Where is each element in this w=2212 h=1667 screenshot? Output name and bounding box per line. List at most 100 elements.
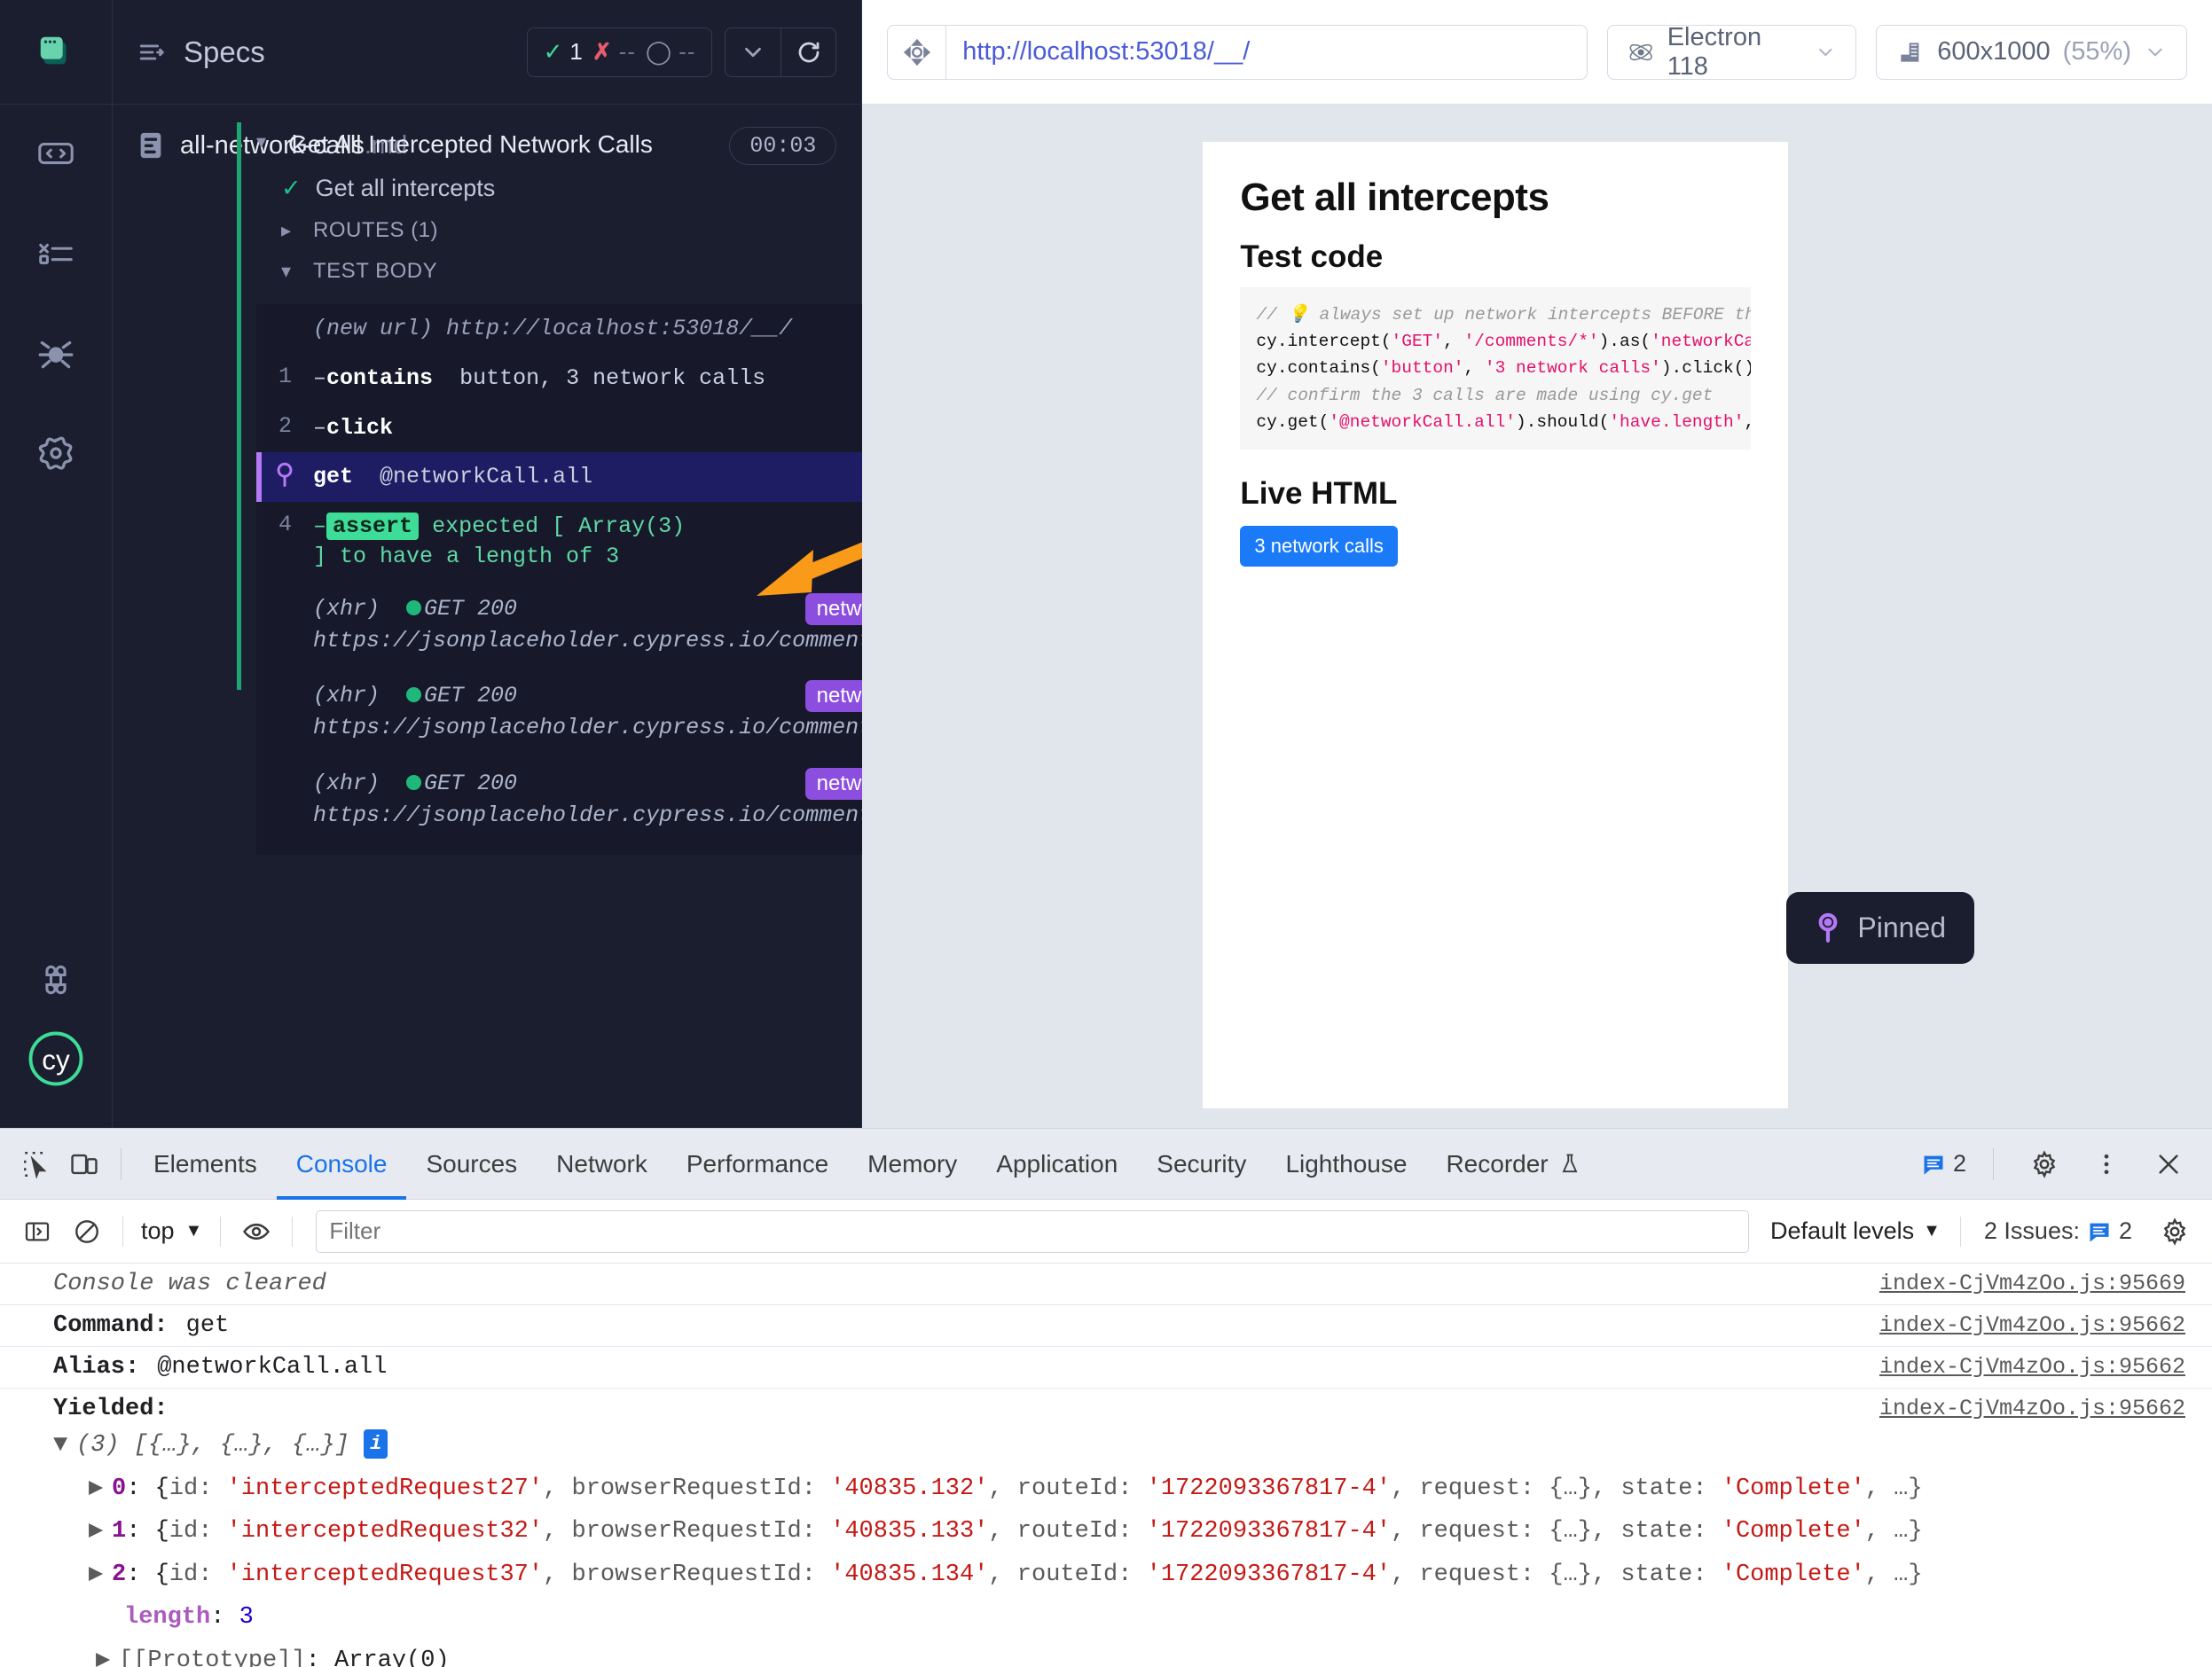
triangle-down-icon[interactable]: ▼ (53, 1428, 76, 1464)
prototype-value: Array(0) (334, 1647, 450, 1667)
tab-application[interactable]: Application (977, 1129, 1137, 1200)
gear-icon (2160, 1217, 2190, 1247)
test-body-label: TEST BODY (313, 259, 437, 284)
sidebar-item-specs[interactable] (0, 105, 112, 204)
triangle-right-icon[interactable]: ▶ (96, 1643, 119, 1667)
console-row[interactable]: Yielded: index-CjVm4zOo.js:95662 (0, 1389, 2212, 1424)
browser-selector[interactable]: Electron 118 (1607, 25, 1856, 80)
console-source-link[interactable]: index-CjVm4zOo.js:95662 (1879, 1354, 2212, 1380)
console-source-link[interactable]: index-CjVm4zOo.js:95662 (1879, 1396, 2212, 1421)
code-line-2: cy.intercept('GET', '/comments/*').as('n… (1256, 332, 1751, 351)
routes-group[interactable]: ▸ ROUTES (1) (237, 210, 835, 251)
pending-circle-icon: ◯ (646, 38, 671, 66)
url-input[interactable] (946, 37, 1587, 67)
specs-title: Specs (184, 35, 265, 69)
log-levels-selector[interactable]: Default levels ▼ (1761, 1217, 1949, 1245)
devtools-close-button[interactable] (2145, 1140, 2192, 1188)
rerun-button[interactable] (780, 28, 835, 76)
console-row[interactable]: Alias: @networkCall.all index-CjVm4zOo.j… (0, 1347, 2212, 1389)
suite-row[interactable]: ▾ Get All Intercepted Network Calls (237, 122, 835, 167)
array-item-row[interactable]: ▶0: {id: 'interceptedRequest27', browser… (0, 1467, 2212, 1511)
array-length-row: length: 3 (0, 1596, 2212, 1640)
console-source-link[interactable]: index-CjVm4zOo.js:95669 (1879, 1271, 2212, 1296)
viewport-selector[interactable]: 600x1000 (55%) (1876, 25, 2187, 80)
pinned-label: Pinned (1857, 912, 1946, 944)
sidebar-item-runs[interactable] (0, 204, 112, 303)
tab-sources[interactable]: Sources (406, 1129, 537, 1200)
stat-pending: ◯ -- (646, 38, 695, 66)
console-settings-button[interactable] (2150, 1207, 2200, 1256)
devtools-settings-button[interactable] (2020, 1140, 2068, 1188)
item-state: 'Complete' (1722, 1561, 1865, 1588)
console-filter-input[interactable] (316, 1210, 1749, 1253)
tab-performance[interactable]: Performance (667, 1129, 848, 1200)
xhr-text: (xhr) GET 200https://jsonplaceholder.cyp… (313, 768, 686, 833)
app-window-logo-icon (35, 32, 76, 73)
cypress-logo[interactable]: cy (27, 1029, 85, 1092)
divider (122, 1217, 123, 1247)
clear-console-button[interactable] (62, 1207, 112, 1256)
issues-badge-toolbar[interactable]: 2 Issues: 2 (1972, 1217, 2145, 1245)
tab-console[interactable]: Console (277, 1129, 407, 1200)
specs-title-group[interactable]: Specs (137, 35, 265, 69)
test-title: Get all intercepts (316, 175, 496, 202)
test-body-group[interactable]: ▾ TEST BODY (237, 251, 835, 292)
command-row[interactable]: 1 –contains button, 3 network calls (256, 354, 948, 403)
tab-memory[interactable]: Memory (848, 1129, 977, 1200)
prototype-row[interactable]: ▶[[Prototype]]: Array(0) (0, 1640, 2212, 1667)
sidebar-panel-icon (23, 1217, 51, 1246)
console-row[interactable]: Console was cleared index-CjVm4zOo.js:95… (0, 1264, 2212, 1305)
info-badge-icon[interactable]: i (364, 1429, 388, 1459)
xhr-row[interactable]: (xhr) GET 200https://jsonplaceholder.cyp… (256, 756, 948, 856)
triangle-right-icon[interactable]: ▶ (89, 1557, 112, 1593)
url-bar[interactable] (887, 25, 1588, 80)
tab-recorder-label: Recorder (1446, 1150, 1548, 1178)
expand-chevron-button[interactable] (726, 28, 780, 76)
command-row[interactable]: 2 –click (256, 403, 948, 453)
console-row[interactable]: Command: get index-CjVm4zOo.js:95662 (0, 1305, 2212, 1347)
console-sidebar-toggle[interactable] (12, 1207, 62, 1256)
array-summary-row[interactable]: ▼(3) [{…}, {…}, {…}] i (0, 1424, 2212, 1467)
xhr-text: (xhr) GET 200https://jsonplaceholder.cyp… (313, 680, 686, 745)
gear-icon (2029, 1149, 2059, 1179)
xhr-row[interactable]: (xhr) GET 200https://jsonplaceholder.cyp… (256, 669, 948, 756)
live-expression-button[interactable] (231, 1207, 281, 1256)
triangle-right-icon[interactable]: ▶ (89, 1471, 112, 1507)
inspect-element-button[interactable] (12, 1140, 60, 1188)
item-route-id: '1722093367817-4' (1147, 1518, 1391, 1545)
routes-label: ROUTES (1) (313, 218, 438, 243)
execution-context-selector[interactable]: top ▼ (134, 1217, 209, 1245)
sidebar-item-debug[interactable] (0, 303, 112, 403)
tab-network[interactable]: Network (537, 1129, 667, 1200)
selector-playground-button[interactable] (888, 26, 946, 79)
network-calls-button[interactable]: 3 network calls (1240, 526, 1398, 567)
command-row-selected[interactable]: get @networkCall.all (256, 452, 948, 502)
triangle-right-icon[interactable]: ▶ (89, 1514, 112, 1550)
test-row[interactable]: ✓ Get all intercepts (237, 167, 835, 210)
xhr-text: (xhr) GET 200https://jsonplaceholder.cyp… (313, 593, 686, 658)
live-html-heading: Live HTML (1240, 476, 1751, 512)
divider (292, 1217, 293, 1247)
item-id: 'interceptedRequest32' (227, 1518, 543, 1545)
devtools-more-button[interactable] (2083, 1140, 2130, 1188)
tab-lighthouse[interactable]: Lighthouse (1266, 1129, 1426, 1200)
chevron-down-icon (1815, 41, 1837, 64)
console-source-link[interactable]: index-CjVm4zOo.js:95662 (1879, 1312, 2212, 1338)
command-number: 2 (256, 413, 313, 439)
tab-security[interactable]: Security (1137, 1129, 1266, 1200)
item-state: 'Complete' (1722, 1518, 1865, 1545)
command-runner: ▾ Get All Intercepted Network Calls ✓ Ge… (113, 122, 861, 1128)
command-text: –click (313, 413, 393, 443)
sidebar-item-settings[interactable] (0, 403, 112, 502)
issues-badge-top[interactable]: 2 (1921, 1150, 1966, 1178)
command-row[interactable]: (new url) http://localhost:53018/__/ (256, 304, 948, 354)
pin-icon[interactable] (256, 462, 313, 489)
array-item-row[interactable]: ▶2: {id: 'interceptedRequest37', browser… (0, 1554, 2212, 1597)
tab-recorder[interactable]: Recorder (1426, 1129, 1601, 1200)
array-item-row[interactable]: ▶1: {id: 'interceptedRequest32', browser… (0, 1510, 2212, 1554)
chevron-right-icon: ▸ (281, 219, 299, 242)
device-toolbar-button[interactable] (60, 1140, 108, 1188)
sidebar-item-keyboard-shortcuts[interactable] (0, 930, 112, 1029)
tab-elements[interactable]: Elements (134, 1129, 277, 1200)
runs-icon (35, 233, 76, 274)
